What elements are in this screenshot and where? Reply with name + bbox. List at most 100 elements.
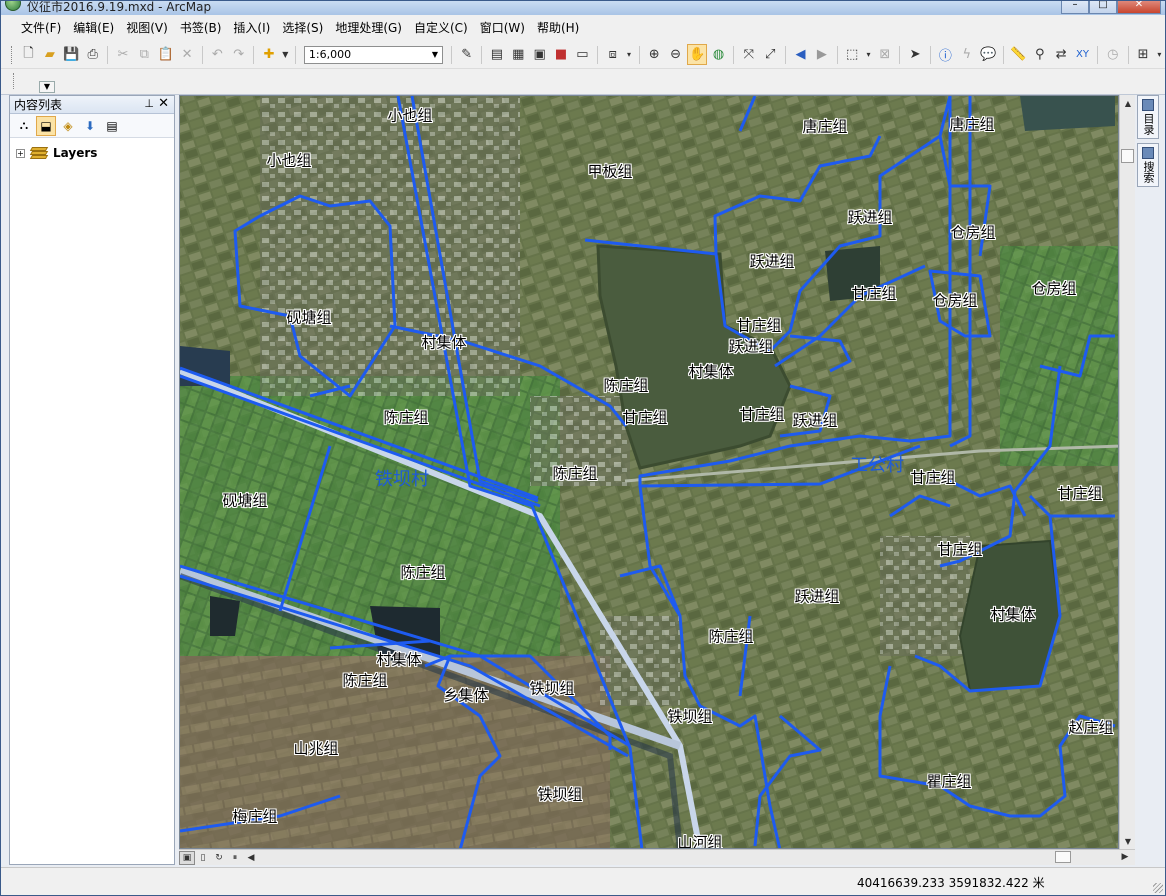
map-label-tieba-village: 铁坝村 bbox=[375, 469, 429, 490]
chevron-down-icon[interactable]: ▼ bbox=[432, 50, 438, 59]
catalog-tab[interactable]: 目录 bbox=[1137, 95, 1159, 139]
close-button[interactable]: ✕ bbox=[1117, 1, 1161, 14]
menu-geoprocessing[interactable]: 地理处理(G) bbox=[329, 15, 408, 41]
identify-icon[interactable]: ⓘ bbox=[936, 44, 955, 65]
go-back-icon[interactable]: ◀ bbox=[791, 44, 810, 65]
coordinate-readout: 40416639.233 3591832.422 米 bbox=[857, 876, 1045, 890]
html-popup-icon[interactable]: 💬 bbox=[978, 44, 997, 65]
scroll-up-icon[interactable]: ▲ bbox=[1120, 95, 1136, 111]
toolbar-grip[interactable] bbox=[13, 73, 16, 89]
horizontal-scroll-thumb[interactable] bbox=[1055, 851, 1071, 863]
new-document-icon[interactable]: 🗋 bbox=[19, 44, 38, 65]
layers-tree-node[interactable]: + Layers bbox=[16, 146, 97, 160]
cut-icon[interactable]: ✂ bbox=[113, 44, 132, 65]
menu-bookmarks[interactable]: 书签(B) bbox=[174, 15, 228, 41]
menu-insert[interactable]: 插入(I) bbox=[227, 15, 276, 41]
pan-hand-icon[interactable]: ✋ bbox=[687, 44, 707, 65]
redo-icon[interactable]: ↷ bbox=[229, 44, 248, 65]
arcmap-window: 仪征市2016.9.19.mxd - ArcMap – □ ✕ 文件(F) 编辑… bbox=[0, 0, 1166, 896]
python-window-icon[interactable]: ▭ bbox=[573, 44, 592, 65]
toolbar-options-icon[interactable]: ▾ bbox=[624, 44, 633, 65]
fixed-zoom-out-icon[interactable]: ⤢ bbox=[761, 44, 780, 65]
full-extent-globe-icon[interactable]: ◍ bbox=[709, 44, 728, 65]
save-icon[interactable]: 💾 bbox=[62, 44, 81, 65]
scroll-left-icon[interactable]: ◀ bbox=[243, 851, 259, 865]
toolbar-grip[interactable] bbox=[11, 45, 14, 64]
find-binoculars-icon[interactable]: ⚲ bbox=[1030, 44, 1049, 65]
hyperlink-icon[interactable]: ϟ bbox=[957, 44, 976, 65]
find-route-icon[interactable]: ⇄ bbox=[1051, 44, 1070, 65]
time-slider-icon[interactable]: ◷ bbox=[1103, 44, 1122, 65]
list-by-source-icon[interactable]: ⬓ bbox=[36, 115, 56, 136]
map-label-cunjiti: 村集体 bbox=[376, 650, 422, 669]
map-label-cangfang: 仓房组 bbox=[950, 223, 996, 242]
go-to-xy-icon[interactable]: XY bbox=[1073, 44, 1092, 65]
table-of-contents-panel: 内容列表 ⊥ ✕ ⛬ ⬓ ◈ ⬇ ▤ + Layers bbox=[9, 95, 175, 865]
menu-selection[interactable]: 选择(S) bbox=[276, 15, 329, 41]
open-folder-icon[interactable]: ▰ bbox=[40, 44, 59, 65]
map-display[interactable]: 小也组 小也组 甲板组 唐庄组 唐庄组 跃进组 仓房组 跃进组 甘庄组 仓房组 … bbox=[179, 95, 1119, 849]
select-features-icon[interactable]: ⬚ bbox=[842, 44, 861, 65]
map-label-tieba: 铁坝组 bbox=[537, 785, 583, 804]
pause-drawing-icon[interactable]: ⏸ bbox=[227, 851, 243, 865]
zoom-in-icon[interactable]: ⊕ bbox=[645, 44, 664, 65]
scroll-down-icon[interactable]: ▼ bbox=[1120, 833, 1136, 849]
close-icon[interactable]: ✕ bbox=[158, 96, 169, 111]
clear-selection-icon[interactable]: ⊠ bbox=[875, 44, 894, 65]
map-label-tangzhuang: 唐庄组 bbox=[802, 117, 848, 136]
map-label-tangzhuang: 唐庄组 bbox=[949, 115, 995, 134]
menu-windows[interactable]: 窗口(W) bbox=[474, 15, 531, 41]
map-scale-combobox[interactable]: 1:6,000 ▼ bbox=[303, 45, 444, 64]
table-of-contents-icon[interactable]: ▤ bbox=[487, 44, 506, 65]
list-by-visibility-icon[interactable]: ◈ bbox=[58, 116, 78, 136]
fixed-zoom-in-icon[interactable]: ⤧ bbox=[739, 44, 758, 65]
copy-icon[interactable]: ⧉ bbox=[135, 44, 154, 65]
add-data-icon[interactable]: ✚ bbox=[259, 44, 278, 65]
catalog-window-icon[interactable]: ▦ bbox=[509, 44, 528, 65]
toc-options-icon[interactable]: ▤ bbox=[102, 116, 122, 136]
zoom-out-icon[interactable]: ⊖ bbox=[666, 44, 685, 65]
map-vertical-scrollbar[interactable]: ▲ ▼ bbox=[1119, 95, 1135, 849]
menu-help[interactable]: 帮助(H) bbox=[531, 15, 585, 41]
menu-file[interactable]: 文件(F) bbox=[15, 15, 67, 41]
map-label-cangfang: 仓房组 bbox=[1031, 279, 1077, 298]
map-label-yuejin: 跃进组 bbox=[847, 208, 893, 227]
menu-view[interactable]: 视图(V) bbox=[120, 15, 174, 41]
resize-grip[interactable] bbox=[1153, 883, 1163, 893]
scroll-thumb[interactable] bbox=[1121, 149, 1134, 163]
print-icon[interactable]: ⎙ bbox=[83, 44, 102, 65]
editor-toolbar-icon[interactable]: ✎ bbox=[457, 44, 476, 65]
create-viewer-window-icon[interactable]: ⊞ bbox=[1133, 44, 1152, 65]
maximize-button[interactable]: □ bbox=[1089, 1, 1117, 14]
layout-view-icon[interactable]: ▯ bbox=[195, 851, 211, 865]
map-label-tieba: 铁坝组 bbox=[667, 707, 713, 726]
menu-customize[interactable]: 自定义(C) bbox=[408, 15, 474, 41]
minimize-button[interactable]: – bbox=[1061, 1, 1089, 14]
refresh-icon[interactable]: ↻ bbox=[211, 851, 227, 865]
search-tab[interactable]: 搜索 bbox=[1137, 143, 1159, 187]
select-elements-arrow-icon[interactable]: ➤ bbox=[905, 44, 924, 65]
menu-edit[interactable]: 编辑(E) bbox=[67, 15, 120, 41]
go-forward-icon[interactable]: ▶ bbox=[812, 44, 831, 65]
map-label-ganzhuang: 甘庄组 bbox=[910, 468, 956, 487]
add-data-dropdown-icon[interactable]: ▼ bbox=[281, 44, 290, 65]
undo-icon[interactable]: ↶ bbox=[208, 44, 227, 65]
layers-label: Layers bbox=[53, 146, 98, 160]
select-dropdown-icon[interactable]: ▾ bbox=[864, 44, 873, 65]
list-by-selection-icon[interactable]: ⬇ bbox=[80, 116, 100, 136]
toolbar-overflow-icon[interactable]: ▾ bbox=[1155, 44, 1164, 65]
auto-hide-pin-icon[interactable]: ⊥ bbox=[144, 97, 154, 110]
data-view-icon[interactable]: ▣ bbox=[179, 850, 195, 865]
delete-icon[interactable]: ✕ bbox=[177, 44, 196, 65]
scroll-right-icon[interactable]: ▶ bbox=[1117, 850, 1133, 864]
toolbar-options-dropdown[interactable]: ▼ bbox=[39, 81, 55, 93]
list-by-drawing-order-icon[interactable]: ⛬ bbox=[14, 116, 34, 136]
arctoolbox-icon[interactable]: ■ bbox=[551, 44, 570, 65]
expand-icon[interactable]: + bbox=[16, 148, 25, 158]
measure-icon[interactable]: 📏 bbox=[1009, 44, 1028, 65]
model-builder-icon[interactable]: ⧈ bbox=[603, 44, 622, 65]
toc-header: 内容列表 ⊥ ✕ bbox=[10, 96, 174, 114]
paste-icon[interactable]: 📋 bbox=[156, 44, 175, 65]
search-window-icon[interactable]: ▣ bbox=[530, 44, 549, 65]
toc-title: 内容列表 bbox=[14, 98, 63, 112]
